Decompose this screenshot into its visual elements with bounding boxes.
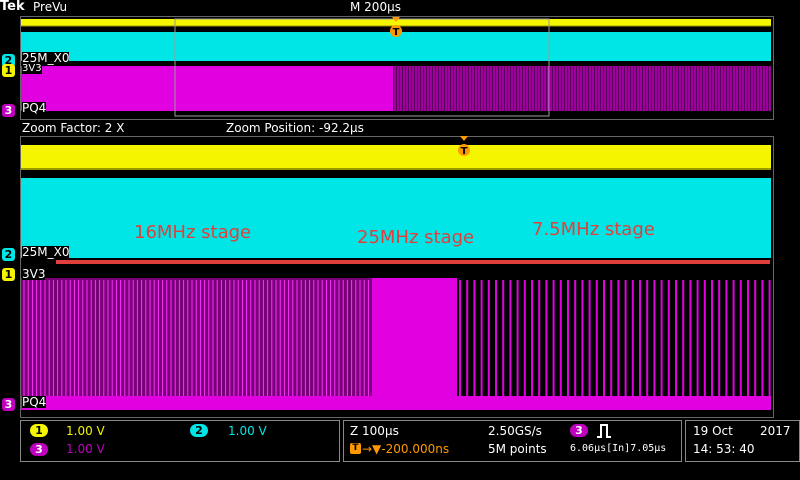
trigger-readout: 6.06µs[In]7.05µs (570, 443, 667, 454)
ch2-scale: 1.00 V (228, 424, 267, 438)
status-ch2-badge[interactable]: 2 (190, 424, 208, 437)
zoom-ch2-label: 25M_X0 (22, 245, 70, 259)
zoom-ch3-trace-25m (372, 278, 457, 410)
stage-divider-line (56, 260, 770, 264)
ch1-scale: 1.00 V (66, 424, 105, 438)
zoom-ch3-badge[interactable]: 3 (2, 398, 15, 411)
sample-rate: 2.50GS/s (488, 424, 542, 438)
zoom-ch1-badge[interactable]: 1 (2, 268, 15, 281)
zoom-ch1-label: 3V3 (22, 267, 46, 281)
zoom-ch1-trace (21, 145, 771, 169)
time: 14: 53: 40 (693, 442, 755, 456)
trigger-channel-badge[interactable]: 3 (570, 424, 588, 437)
trigger-position-icon: T (350, 443, 361, 454)
trigger-position: →▼-200.000ns (362, 442, 450, 456)
status-ch1-badge[interactable]: 1 (30, 424, 48, 437)
zoom-timebase: Z 100µs (350, 424, 399, 438)
annotation-16mhz-stage: 16MHz stage (134, 222, 252, 243)
ch3-scale: 1.00 V (66, 442, 105, 456)
zoom-trigger-t: T (461, 146, 468, 157)
annotation-25mhz-stage: 25MHz stage (357, 227, 475, 248)
status-ch3-badge[interactable]: 3 (30, 443, 48, 456)
date: 19 Oct (693, 424, 733, 438)
record-length: 5M points (488, 442, 547, 456)
year: 2017 (760, 424, 791, 438)
pulse-trigger-icon (597, 424, 611, 438)
zoom-ch3-label: PQ4 (22, 395, 47, 409)
annotation-7-5mhz-stage: 7.5MHz stage (532, 219, 655, 240)
zoom-ch2-badge[interactable]: 2 (2, 248, 15, 261)
